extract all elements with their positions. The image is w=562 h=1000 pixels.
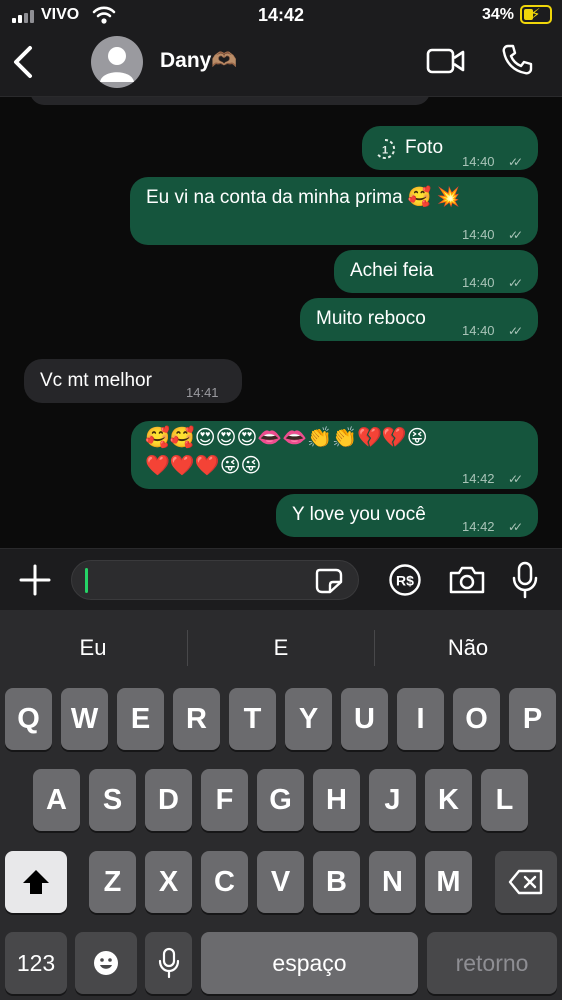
key-b[interactable]: B (313, 851, 360, 913)
key-y[interactable]: Y (285, 688, 332, 750)
message-bubble[interactable]: Eu vi na conta da minha prima 🥰 💥 14:40 … (130, 177, 538, 245)
top-bar: VIVO 14:42 34% ⚡ Dany🫶🏽 (0, 0, 562, 97)
key-t[interactable]: T (229, 688, 276, 750)
video-icon[interactable] (426, 47, 466, 75)
key-m[interactable]: M (425, 851, 472, 913)
key-l[interactable]: L (481, 769, 528, 831)
key-c[interactable]: C (201, 851, 248, 913)
space-key[interactable]: espaço (201, 932, 418, 994)
previous-message: 14:40 (30, 97, 430, 105)
message-time: 14:40 (462, 227, 495, 242)
message-time: 14:41 (186, 385, 219, 400)
backspace-icon (508, 869, 543, 895)
key-d[interactable]: D (145, 769, 192, 831)
message-time: 14:42 (462, 519, 495, 534)
message-time: 14:40 (462, 323, 495, 338)
message-bubble[interactable]: 🥰🥰😍😍😍👄👄👏👏💔💔😝 ❤️❤️❤️😜😜 14:42 ✓✓ (131, 421, 538, 489)
read-ticks-icon: ✓✓ (508, 276, 523, 290)
key-o[interactable]: O (453, 688, 500, 750)
read-ticks-icon: ✓✓ (508, 324, 523, 338)
text-caret (85, 568, 88, 593)
numbers-key[interactable]: 123 (5, 932, 67, 994)
read-ticks-icon: ✓✓ (508, 472, 523, 486)
key-a[interactable]: A (33, 769, 80, 831)
message-text: Achei feia (350, 260, 434, 281)
shift-icon (23, 870, 49, 894)
message-bubble[interactable]: 1 Foto 14:40 ✓✓ (362, 126, 538, 170)
message-text: Vc mt melhor (40, 370, 152, 391)
battery-percent: 34% (481, 6, 514, 23)
message-time: 14:40 (462, 275, 495, 290)
payment-icon[interactable]: R$ (388, 563, 422, 597)
key-u[interactable]: U (341, 688, 388, 750)
shift-key[interactable] (5, 851, 67, 913)
message-text: Foto (405, 137, 444, 158)
status-bar: VIVO 14:42 34% ⚡ (0, 0, 562, 32)
key-n[interactable]: N (369, 851, 416, 913)
key-q[interactable]: Q (5, 688, 52, 750)
message-input[interactable] (71, 560, 359, 600)
message-input-bar: R$ (0, 548, 562, 610)
read-ticks-icon: ✓✓ (508, 155, 523, 169)
avatar-icon[interactable] (91, 36, 143, 88)
key-v[interactable]: V (257, 851, 304, 913)
read-ticks-icon: ✓✓ (508, 520, 523, 534)
key-w[interactable]: W (61, 688, 108, 750)
key-k[interactable]: K (425, 769, 472, 831)
chat-area[interactable]: 14:40 1 Foto 14:40 ✓✓ Eu vi na conta da … (0, 97, 562, 548)
emoji-icon (94, 951, 118, 975)
message-bubble[interactable]: Vc mt melhor 14:41 (24, 359, 242, 403)
back-icon[interactable] (10, 44, 38, 80)
message-bubble[interactable]: Muito reboco 14:40 ✓✓ (300, 298, 538, 341)
phone-icon[interactable] (500, 43, 534, 77)
key-z[interactable]: Z (89, 851, 136, 913)
svg-text:R$: R$ (396, 573, 414, 589)
message-time: 14:42 (462, 471, 495, 486)
plus-icon[interactable] (18, 563, 52, 597)
key-x[interactable]: X (145, 851, 192, 913)
message-text: ❤️❤️❤️😜😜 (145, 455, 262, 477)
message-text: Y love you você (292, 504, 426, 525)
contact-name[interactable]: Dany🫶🏽 (160, 49, 238, 73)
key-s[interactable]: S (89, 769, 136, 831)
key-e[interactable]: E (117, 688, 164, 750)
status-time: 14:42 (257, 5, 305, 25)
keyboard: Eu E Não Q W E R T Y U I O P A S D F G H… (0, 610, 562, 1000)
message-time: 14:40 (462, 154, 495, 169)
view-once-icon: 1 (376, 138, 396, 159)
camera-icon[interactable] (448, 565, 486, 595)
suggestion-2[interactable]: E (188, 635, 374, 661)
svg-text:1: 1 (382, 145, 388, 157)
suggestion-3[interactable]: Não (375, 635, 561, 661)
emoji-key[interactable] (75, 932, 137, 994)
key-r[interactable]: R (173, 688, 220, 750)
key-p[interactable]: P (509, 688, 556, 750)
message-text: Eu vi na conta da minha prima 🥰 💥 (146, 187, 461, 208)
message-text: 🥰🥰😍😍😍👄👄👏👏💔💔😝 (145, 427, 428, 449)
key-g[interactable]: G (257, 769, 304, 831)
key-h[interactable]: H (313, 769, 360, 831)
message-bubble[interactable]: Y love you você 14:42 ✓✓ (276, 494, 538, 537)
key-f[interactable]: F (201, 769, 248, 831)
return-key[interactable]: retorno (427, 932, 557, 994)
key-i[interactable]: I (397, 688, 444, 750)
microphone-icon[interactable] (511, 561, 539, 599)
dictation-key[interactable] (145, 932, 192, 994)
message-text: Muito reboco (316, 308, 426, 329)
dictation-icon (158, 947, 179, 979)
battery-icon: ⚡ (520, 5, 552, 24)
read-ticks-icon: ✓✓ (508, 228, 523, 242)
sticker-icon[interactable] (315, 568, 343, 594)
suggestion-1[interactable]: Eu (0, 635, 186, 661)
message-bubble[interactable]: Achei feia 14:40 ✓✓ (334, 250, 538, 293)
key-j[interactable]: J (369, 769, 416, 831)
backspace-key[interactable] (495, 851, 557, 913)
